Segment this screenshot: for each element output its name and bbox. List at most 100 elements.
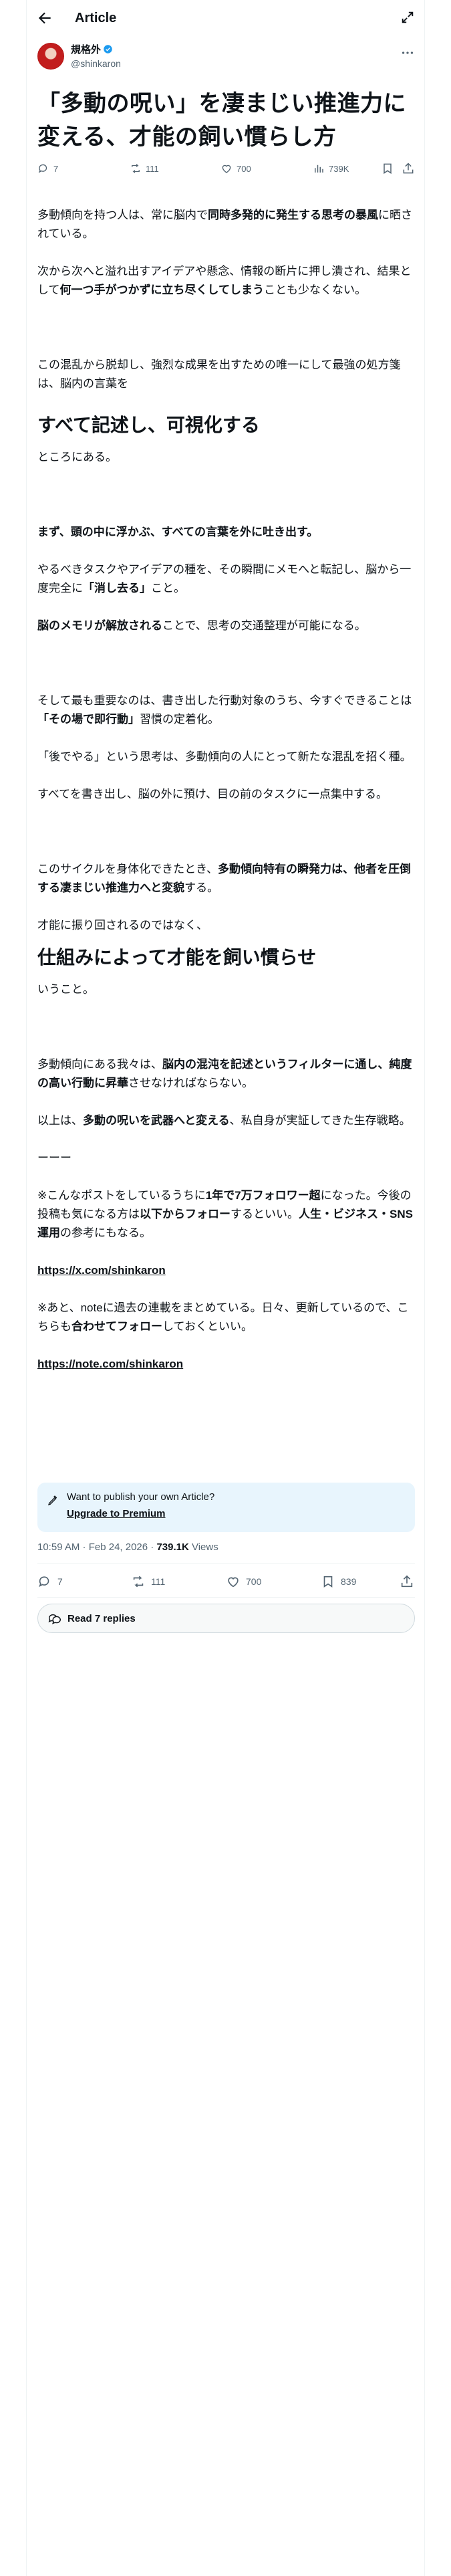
paragraph: https://note.com/shinkaron xyxy=(37,1355,417,1374)
paragraph: このサイクルを身体化できたとき、多動傾向特有の瞬発力は、他者を圧倒する凄まじい推… xyxy=(37,860,417,897)
x-profile-link[interactable]: https://x.com/shinkaron xyxy=(37,1264,166,1277)
section-heading: すべて記述し、可視化する xyxy=(37,415,260,435)
back-arrow-icon[interactable] xyxy=(36,9,53,27)
top-bar: Article xyxy=(27,0,424,35)
article-body: 多動傾向を持つ人は、常に脳内で同時多発的に発生する思考の暴風に晒されている。 次… xyxy=(37,206,417,1374)
promo-text: Want to publish your own Article? xyxy=(67,1491,215,1503)
text: このサイクルを身体化できたとき、 xyxy=(37,863,218,875)
article-title: 「多動の呪い」を凄まじい推進力に 変える、才能の飼い慣らし方 xyxy=(37,87,415,154)
like-count: 700 xyxy=(246,1576,262,1587)
text: の参考にもなる。 xyxy=(60,1226,151,1239)
expand-icon[interactable] xyxy=(400,10,415,25)
bookmark-count: 839 xyxy=(341,1576,357,1587)
text: 多動傾向にある我々は、 xyxy=(37,1058,162,1071)
paragraph: https://x.com/shinkaron xyxy=(37,1261,417,1280)
reply-button[interactable]: 7 xyxy=(37,162,58,175)
share-icon[interactable] xyxy=(402,162,415,175)
like-icon xyxy=(228,1577,239,1588)
text: するといい。 xyxy=(231,1208,299,1220)
share-button[interactable] xyxy=(400,1574,414,1589)
repost-icon xyxy=(133,1576,144,1588)
reply-button[interactable]: 7 xyxy=(37,1574,63,1589)
views-icon xyxy=(315,165,323,173)
author-name[interactable]: 規格外 xyxy=(71,44,101,56)
paragraph: 以上は、多動の呪いを武器へと変える、私自身が実証してきた生存戦略。 xyxy=(37,1111,417,1130)
like-button[interactable]: 700 xyxy=(220,162,251,175)
paragraph: 多動傾向にある我々は、脳内の混沌を記述というフィルターに通し、純度の高い行動に昇… xyxy=(37,1055,417,1093)
text: しておくといい。 xyxy=(162,1320,253,1333)
author-name-wrap[interactable]: 規格外 xyxy=(71,44,113,56)
emphasis: 。 xyxy=(307,526,319,538)
share-icon xyxy=(401,1575,413,1588)
engagement-bar-top: 7 111 700 739K xyxy=(37,160,415,179)
author-handle[interactable]: @shinkaron xyxy=(71,58,121,70)
paragraph: 多動傾向を持つ人は、常に脳内で同時多発的に発生する思考の暴風に晒されている。 xyxy=(37,206,417,243)
upgrade-premium-link[interactable]: Upgrade to Premium xyxy=(67,1507,166,1521)
read-replies-label: Read 7 replies xyxy=(67,1613,136,1624)
paragraph: 「後でやる」という思考は、多動傾向の人にとって新たな混乱を招く種。 xyxy=(37,750,412,763)
reply-icon xyxy=(38,164,47,173)
text: 習慣の定着化。 xyxy=(140,713,219,726)
repost-button[interactable]: 111 xyxy=(130,162,159,175)
emphasis: 「消し去る」 xyxy=(83,582,151,595)
views-label: Views xyxy=(188,1541,218,1553)
avatar[interactable] xyxy=(37,43,64,70)
like-button[interactable]: 700 xyxy=(226,1574,261,1589)
reply-count: 7 xyxy=(53,163,59,174)
text: 多動傾向を持つ人は、常に脳内で xyxy=(37,209,208,221)
paragraph: ところにある。 xyxy=(37,451,117,463)
paragraph: そして最も重要なのは、書き出した行動対象のうち、今すぐできることは「その場で即行… xyxy=(37,691,417,729)
emphasis: まず、 xyxy=(37,526,71,538)
paragraph: いうこと。 xyxy=(37,983,94,996)
views-button[interactable]: 739K xyxy=(313,162,349,175)
emphasis: 合わせてフォロー xyxy=(71,1320,162,1333)
like-count: 700 xyxy=(237,163,251,174)
note-link[interactable]: https://note.com/shinkaron xyxy=(37,1358,183,1370)
timestamp[interactable]: 10:59 AM · Feb 24, 2026 · xyxy=(37,1541,156,1553)
paragraph: すべてを書き出し、脳の外に預け、目の前のタスクに一点集中する。 xyxy=(37,788,388,800)
divider xyxy=(37,1597,415,1598)
emphasis: 同時多発的に発生する思考の暴風 xyxy=(208,209,378,221)
separator: ーーー xyxy=(37,1152,71,1164)
emphasis: 1年で7万フォロワー超 xyxy=(205,1189,321,1202)
article-icon xyxy=(47,1495,57,1506)
paragraph: 脳のメモリが解放されることで、思考の交通整理が可能になる。 xyxy=(37,617,417,635)
text: 、私自身が実証してきた生存戦略。 xyxy=(229,1114,411,1127)
repost-button[interactable]: 111 xyxy=(131,1574,165,1589)
text: こと。 xyxy=(151,582,185,595)
reply-icon xyxy=(39,1576,49,1588)
repost-count: 111 xyxy=(146,163,159,174)
more-icon[interactable] xyxy=(400,45,415,60)
paragraph: 次から次へと溢れ出すアイデアや懸念、情報の断片に押し潰され、結果として何一つ手が… xyxy=(37,262,417,300)
replies-bubble-icon xyxy=(48,1614,61,1624)
paragraph: この混乱から脱却し、強烈な成果を出すための唯一にして最強の処方箋は、脳内の言葉を xyxy=(37,358,401,390)
read-replies-button[interactable]: Read 7 replies xyxy=(37,1604,415,1633)
bookmark-button[interactable]: 839 xyxy=(321,1574,356,1589)
page-title: Article xyxy=(75,11,117,25)
text: させなければならない。 xyxy=(128,1077,253,1089)
engagement-bar-bottom: 7 111 700 839 xyxy=(37,1572,415,1592)
emphasis: 頭の中に浮かぶ、すべての言葉を外に吐き出す xyxy=(70,526,307,538)
premium-promo: Want to publish your own Article? Upgrad… xyxy=(37,1483,415,1532)
paragraph: 才能に振り回されるのではなく、 xyxy=(37,919,208,932)
emphasis: 脳のメモリが解放される xyxy=(37,619,162,632)
article-column: Article 規格外 @shinkaron 「多動の呪い」を凄まじい推進力に … xyxy=(26,0,425,2576)
emphasis: 「その場で即行動」 xyxy=(37,713,140,726)
verified-badge-icon xyxy=(104,45,112,53)
bookmark-icon xyxy=(323,1576,333,1588)
paragraph: やるべきタスクやアイデアの種を、その瞬間にメモへと転記し、脳から一度完全に「消し… xyxy=(37,560,417,598)
text: ことで、思考の交通整理が可能になる。 xyxy=(162,619,366,632)
repost-count: 111 xyxy=(151,1576,166,1587)
text: そして最も重要なのは、書き出した行動対象のうち、今すぐできることは xyxy=(37,694,412,707)
article-title-line: 「多動の呪い」を凄まじい推進力に xyxy=(37,91,406,116)
paragraph: ※こんなポストをしているうちに1年で7万フォロワー超になった。今後の投稿も気にな… xyxy=(37,1186,417,1243)
text: 以上は、 xyxy=(37,1114,83,1127)
text: ※こんなポストをしているうちに xyxy=(37,1189,206,1202)
views-count: 739K xyxy=(329,163,349,174)
bookmark-icon[interactable] xyxy=(381,162,394,175)
section-heading: 仕組みによって才能を飼い慣らせ xyxy=(37,947,317,968)
repost-icon xyxy=(132,164,140,173)
reply-count: 7 xyxy=(57,1576,63,1587)
paragraph: まず、頭の中に浮かぶ、すべての言葉を外に吐き出す。 xyxy=(37,523,417,542)
emphasis: 以下からフォロー xyxy=(140,1208,231,1220)
